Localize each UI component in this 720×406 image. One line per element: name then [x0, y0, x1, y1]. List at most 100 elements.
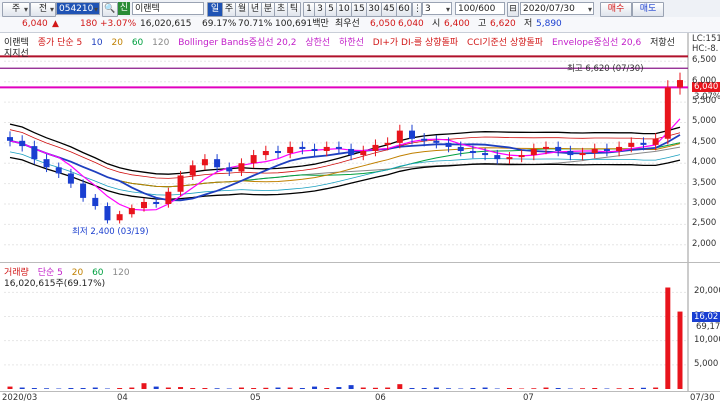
volume-bar: [507, 388, 512, 389]
volume-chart[interactable]: 거래량 단순 5 20 60 120 16,020,615주(69.17%) 2…: [0, 263, 720, 391]
up-arrow-icon: ▲: [52, 18, 59, 31]
volume-chart-canvas[interactable]: [0, 263, 720, 391]
candle-body: [653, 139, 659, 145]
volume-bar: [300, 388, 305, 389]
candle-body: [178, 175, 184, 191]
price-axis-label: 5,000: [692, 116, 716, 126]
price-chart[interactable]: 이랜텍 종가 단순 5 10 20 60 120 Bollinger Bands…: [0, 33, 720, 263]
high-price: 6,620: [490, 18, 516, 31]
candle-body: [458, 147, 464, 151]
candle-body: [385, 143, 391, 145]
candle-body: [482, 153, 488, 155]
candle-body: [628, 143, 634, 147]
candle-body: [104, 206, 110, 220]
volume-bar: [653, 388, 658, 389]
candle-body: [56, 167, 62, 173]
price-axis-label: 4,500: [692, 137, 716, 147]
range-input[interactable]: 100/600: [455, 2, 505, 15]
ma10-line: [10, 135, 680, 200]
volume-bar: [166, 388, 171, 389]
legend-cci: CCI기준선 상향돌파: [467, 38, 543, 48]
candle-body: [202, 159, 208, 165]
market-select[interactable]: 주: [2, 2, 30, 17]
high-annotation: 최고 6,620 (07/30): [567, 62, 644, 74]
candle-body: [238, 163, 244, 171]
low-annotation: 최저 2,400 (03/19): [72, 225, 149, 237]
more-icon[interactable]: ⋮: [412, 2, 422, 17]
low-price: 5,890: [536, 18, 562, 31]
legend-lower: 하한선: [339, 38, 364, 48]
candle-body: [640, 143, 646, 145]
volume-bar: [678, 312, 683, 389]
volume-bar: [641, 388, 646, 389]
minute-60-button[interactable]: 60: [396, 2, 412, 17]
chart-toolbar: 주 전 054210 🔍 신 이랜텍 일 주 월 년 분 초 틱 1 3 5 1…: [0, 0, 720, 18]
volume-pct-tag: 69,17: [696, 322, 720, 332]
volume-bar: [373, 388, 378, 389]
price-axis-label: 6,000: [692, 76, 716, 86]
best-ask: 6,050: [370, 18, 396, 31]
period-week-button[interactable]: 주: [222, 2, 236, 17]
legend-upper: 상한선: [305, 38, 330, 48]
period-year-button[interactable]: 년: [248, 2, 262, 17]
candle-body: [287, 147, 293, 153]
candle-body: [348, 149, 354, 155]
volume-bar: [434, 388, 439, 389]
candle-body: [68, 173, 74, 183]
date-label-last: 07/30: [690, 393, 715, 403]
period-month-button[interactable]: 월: [235, 2, 249, 17]
change-percent: +3.07%: [100, 18, 136, 31]
credit-badge: 신: [118, 2, 130, 15]
period-tick-button[interactable]: 틱: [287, 2, 301, 17]
period-minute-button[interactable]: 분: [261, 2, 275, 17]
candle-body: [580, 153, 586, 155]
volume-bar: [190, 388, 195, 389]
volume-summary: 16,020,615주(69.17%): [4, 276, 105, 289]
volume-bar: [556, 388, 561, 389]
candle-body: [153, 202, 159, 204]
period-second-button[interactable]: 초: [274, 2, 288, 17]
high-label: 고: [478, 18, 486, 31]
sell-button[interactable]: 매도: [632, 2, 664, 17]
volume-bar: [178, 387, 183, 389]
price-axis-label: 3,000: [692, 198, 716, 208]
candle-body: [531, 149, 537, 155]
search-icon[interactable]: 🔍: [102, 2, 118, 17]
trade-amount: 100,691백만: [275, 18, 329, 31]
price-legend: 이랜텍 종가 단순 5 10 20 60 120 Bollinger Bands…: [4, 35, 681, 48]
price-axis-label: 2,500: [692, 218, 716, 228]
candle-body: [336, 147, 342, 149]
legend-close-ma: 종가 단순 5: [38, 38, 83, 48]
best-label: 최우선: [335, 18, 360, 31]
volume-bar: [263, 388, 268, 389]
date-label-jul: 07: [523, 393, 534, 403]
legend-ma10: 10: [91, 38, 102, 48]
candle-body: [275, 151, 281, 153]
minute-45-button[interactable]: 45: [381, 2, 397, 17]
candle-body: [117, 214, 123, 220]
stock-code-input[interactable]: 054210: [56, 2, 100, 15]
legend-di: DI+가 DI-를 상향돌파: [373, 38, 458, 48]
buy-button[interactable]: 매수: [600, 2, 632, 17]
candle-body: [214, 159, 220, 167]
candle-body: [226, 167, 232, 171]
legend-support: 지지선: [4, 46, 29, 59]
volume-bar: [215, 388, 220, 389]
volume-bar: [349, 385, 354, 389]
volume-bar: [129, 388, 134, 389]
minute-30-button[interactable]: 30: [366, 2, 382, 17]
volume-bar: [336, 387, 341, 389]
candle-body: [263, 151, 269, 155]
range-toggle-icon[interactable]: ⊟: [507, 2, 519, 17]
minute-15-button[interactable]: 15: [351, 2, 367, 17]
scope-select[interactable]: 전: [30, 2, 56, 17]
candle-body: [397, 131, 403, 143]
volume-bar: [629, 388, 634, 389]
period-day-button[interactable]: 일: [207, 2, 223, 17]
date-input[interactable]: 2020/07/30: [520, 2, 594, 15]
open-price: 6,400: [444, 18, 470, 31]
candle-body: [251, 155, 257, 163]
minute-10-button[interactable]: 10: [336, 2, 352, 17]
count-select[interactable]: 3: [422, 2, 452, 15]
date-label-mar: 2020/03: [2, 393, 37, 403]
